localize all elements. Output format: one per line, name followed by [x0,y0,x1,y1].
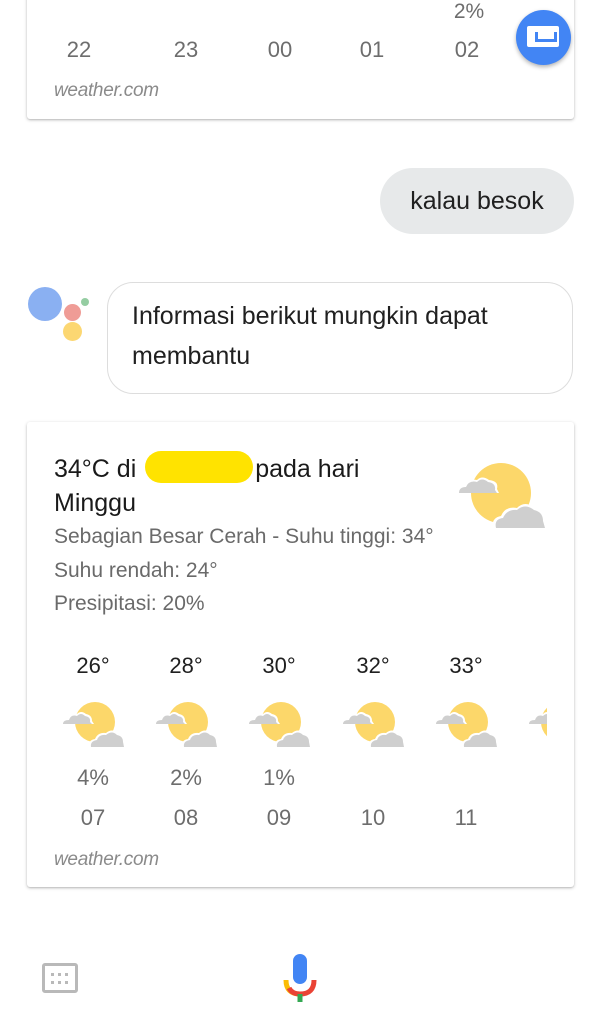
hourly-item: 26° 4% 07 [47,647,139,837]
hourly-hour: 09 [266,805,292,830]
mic-icon [293,954,307,984]
source-link[interactable]: weather.com [54,80,159,102]
hourly-hour: 11 [454,805,478,830]
mostly-sunny-icon [527,702,547,747]
hourly-temp: 33° [449,653,483,678]
hourly-hour: 00 [267,37,293,62]
hourly-item: 32° 10 [327,647,419,837]
hourly-temp: 30° [262,653,296,678]
hourly-forecast-strip[interactable]: 26° 4% 07 28° 2% 08 30° 1% 09 32° 10 33°… [47,647,547,837]
redacted-location [145,451,254,483]
assistant-dot-yellow [63,322,82,341]
hourly-precip: 1% [263,765,295,790]
precipitation: Presipitasi: 20% [54,592,205,615]
source-link[interactable]: weather.com [54,849,159,871]
hourly-temp: 3 [513,653,547,679]
weather-summary: Sebagian Besar Cerah - Suhu tinggi: 34° … [54,525,434,582]
hourly-item: 28° 2% 08 [140,647,232,837]
assistant-dot-green [81,298,89,306]
hourly-precip: 2% [453,0,485,23]
assistant-dot-blue [28,287,62,321]
assistant-dot-red [64,304,81,321]
hourly-temp: 32° [356,653,390,678]
hourly-precip: 2% [170,765,202,790]
previous-weather-card[interactable]: 2% 22 23 00 01 02 weather.com [27,0,574,119]
mostly-sunny-icon [247,702,311,747]
keyboard-button[interactable] [42,963,78,993]
hourly-hour: 08 [173,805,199,830]
title-temp-prefix: 34°C di [54,455,137,483]
hourly-precip: 4% [77,765,109,790]
tray-button[interactable] [516,10,571,65]
hourly-item: 30° 1% 09 [233,647,325,837]
hourly-hour: 22 [66,37,92,62]
mostly-sunny-icon [154,702,218,747]
hourly-item-partial: 3 [513,647,547,837]
user-message-bubble: kalau besok [380,168,574,234]
mostly-sunny-icon [341,702,405,747]
mostly-sunny-icon [61,702,125,747]
hourly-hour: 07 [80,805,106,830]
assistant-screen: 2% 22 23 00 01 02 weather.com kalau beso… [0,0,600,1024]
hourly-item: 33° 11 [420,647,512,837]
tray-icon [527,26,559,47]
hourly-hour: 23 [173,37,199,62]
mostly-sunny-icon [434,702,498,747]
hourly-temp: 26° [76,653,110,678]
hourly-temp: 28° [169,653,203,678]
weather-title: 34°C di pada hari Minggu [54,451,424,520]
hourly-hour: 01 [359,37,385,62]
mostly-sunny-icon [457,463,547,528]
hourly-hour: 10 [360,805,386,830]
hourly-hour: 02 [454,37,480,62]
mic-button[interactable] [282,950,318,1004]
weather-card[interactable]: 34°C di pada hari Minggu Sebagian Besar … [27,422,574,887]
assistant-message-bubble: Informasi berikut mungkin dapat membantu [107,282,573,394]
